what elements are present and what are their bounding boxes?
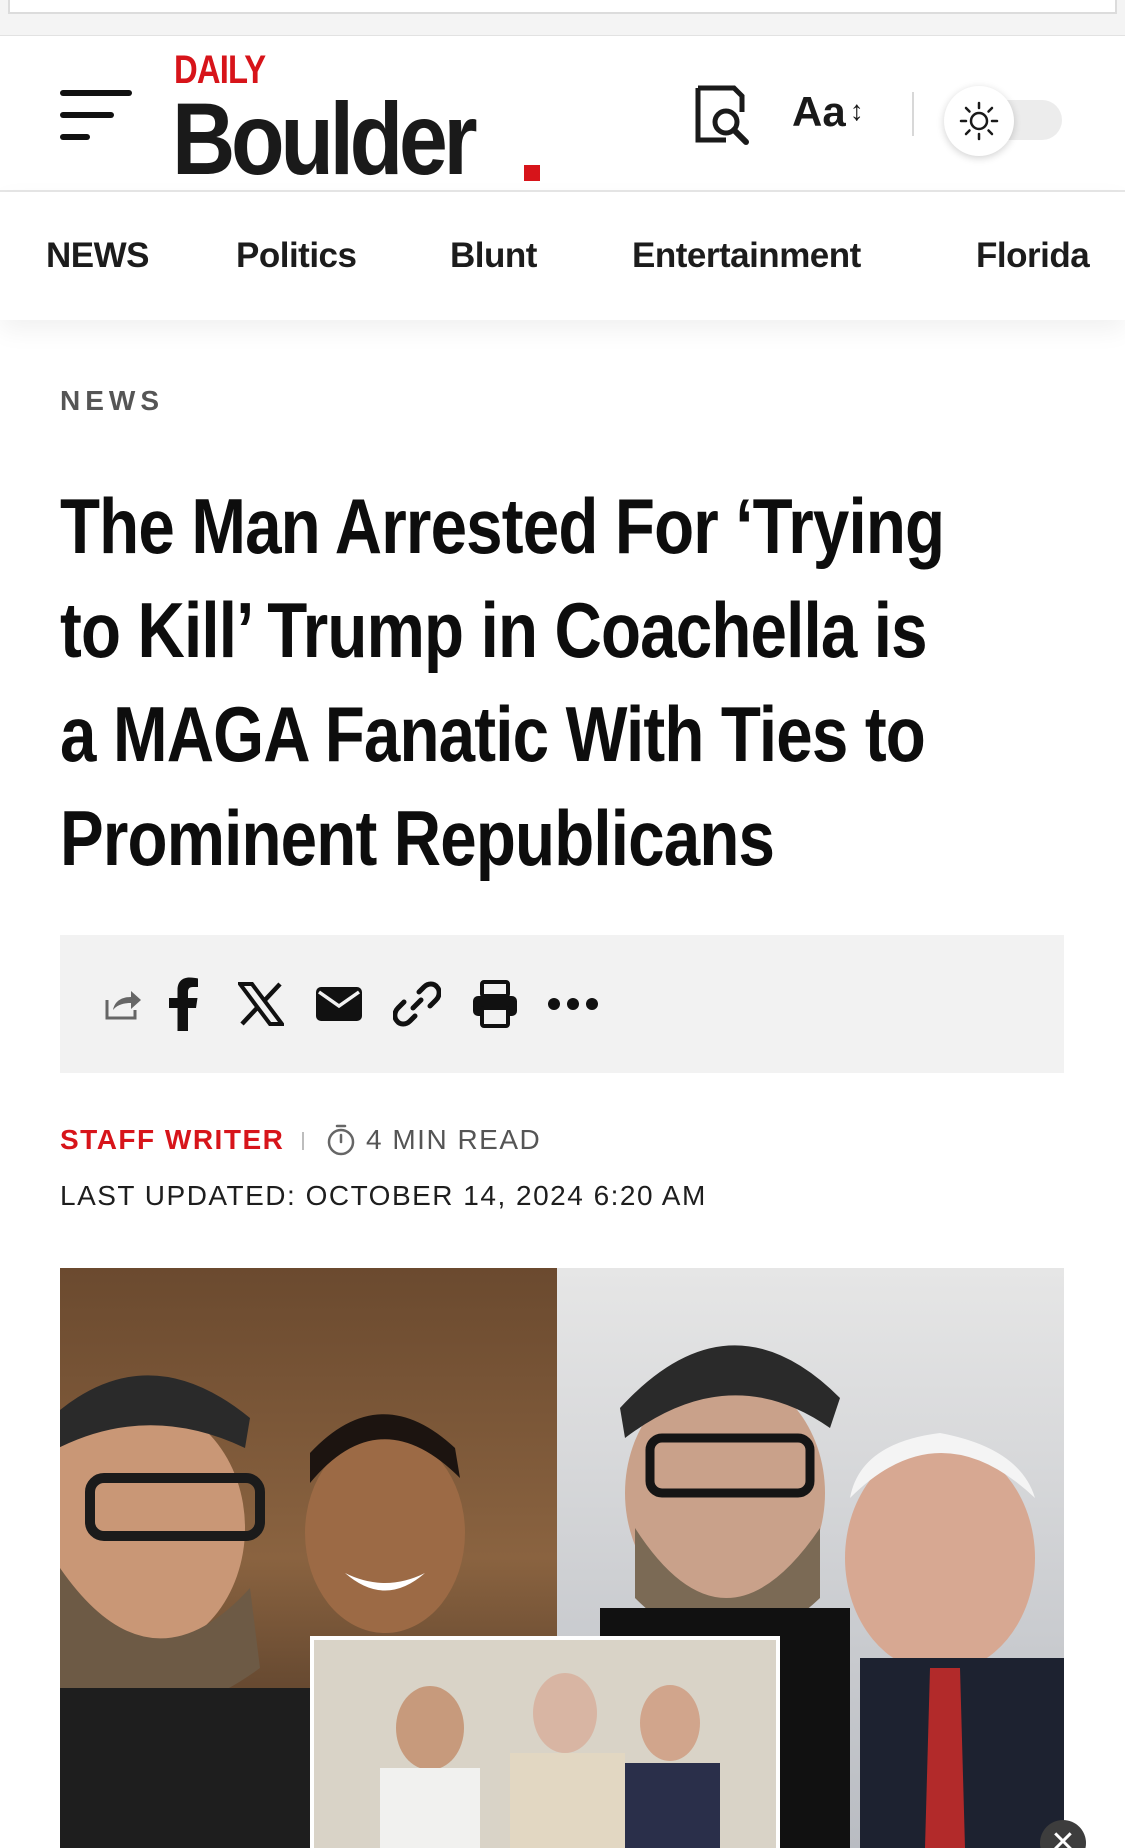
logo-red-dot: [524, 165, 540, 181]
email-icon[interactable]: [306, 971, 372, 1037]
font-size-arrow-icon: ↕: [849, 95, 864, 126]
x-icon[interactable]: [228, 971, 294, 1037]
read-time-text: 4 MIN READ: [366, 1124, 542, 1155]
font-size-label: Aa: [792, 88, 846, 135]
nav-item-entertainment[interactable]: Entertainment: [632, 236, 861, 276]
nav-item-news[interactable]: NEWS: [46, 236, 150, 276]
share-toolbar: [60, 935, 1064, 1073]
article-category[interactable]: NEWS: [60, 385, 164, 417]
address-bar-edge: [8, 0, 1117, 14]
timer-icon: [327, 1124, 355, 1156]
read-time: 4 MIN READ: [326, 1124, 541, 1156]
facebook-icon[interactable]: [150, 971, 216, 1037]
byline-divider: [302, 1132, 304, 1150]
more-icon[interactable]: [540, 971, 606, 1037]
link-icon[interactable]: [384, 971, 450, 1037]
print-icon[interactable]: [462, 971, 528, 1037]
share-icon[interactable]: [90, 971, 156, 1037]
font-size-control[interactable]: Aa ↕: [792, 88, 864, 138]
search-icon[interactable]: [692, 84, 752, 146]
theme-toggle[interactable]: [944, 86, 1064, 156]
logo-boulder-text: Boulder: [172, 82, 478, 196]
site-logo[interactable]: DAILY Boulder: [172, 44, 552, 190]
article-featured-image[interactable]: [60, 1268, 1064, 1848]
last-updated: LAST UPDATED: OCTOBER 14, 2024 6:20 AM: [60, 1180, 707, 1211]
article-headline: The Man Arrested For ‘Trying to Kill’ Tr…: [60, 482, 945, 882]
header-divider: [912, 92, 914, 136]
nav-item-politics[interactable]: Politics: [236, 236, 357, 276]
nav-item-blunt[interactable]: Blunt: [450, 236, 537, 276]
site-header: DAILY Boulder Aa ↕: [0, 36, 1125, 192]
browser-top-strip: [0, 0, 1125, 36]
sun-icon: [944, 86, 1014, 156]
nav-item-florida[interactable]: Florida: [976, 236, 1090, 276]
category-nav: NEWS Politics Blunt Entertainment Florid…: [0, 192, 1125, 320]
author-link[interactable]: STAFF WRITER: [60, 1124, 284, 1156]
menu-icon[interactable]: [60, 90, 134, 142]
